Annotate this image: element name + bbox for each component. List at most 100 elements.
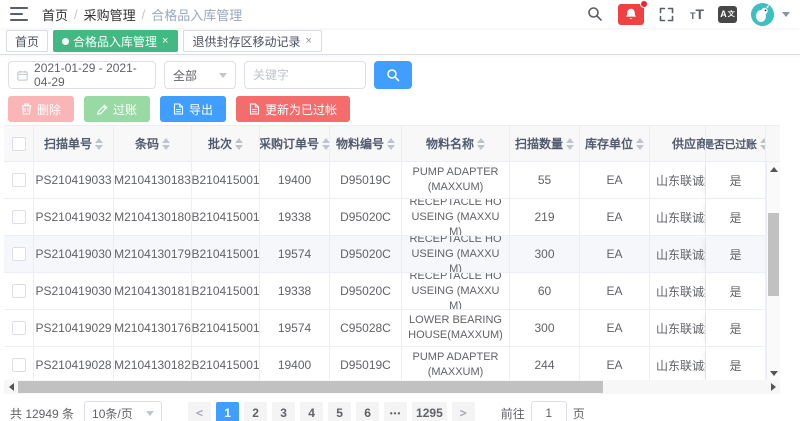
tab-close-icon[interactable]: × (161, 36, 169, 47)
status-select-value: 全部 (173, 67, 197, 84)
sort-caret-icon[interactable] (387, 138, 395, 150)
page-ellipsis-button[interactable]: ••• (384, 402, 407, 421)
row-checkbox[interactable] (12, 173, 26, 187)
tab-qualified-inbound[interactable]: 合格品入库管理 × (53, 30, 178, 52)
date-range-picker[interactable]: 2021-01-29 - 2021-04-29 (8, 61, 156, 89)
vertical-scroll-thumb[interactable] (768, 213, 779, 296)
header-cell-stock-unit[interactable]: 库存单位 (580, 126, 650, 162)
search-button[interactable] (374, 61, 412, 89)
cell-stock-unit: EA (580, 347, 650, 380)
table-row[interactable]: PS210419029M2104130176B21041500119574C95… (4, 310, 766, 347)
language-icon[interactable]: A文 (718, 6, 737, 23)
error-log-button[interactable] (618, 4, 644, 25)
sort-caret-icon[interactable] (477, 138, 485, 150)
header-cell-scan-qty[interactable]: 扫描数量 (510, 126, 580, 162)
page-button-2[interactable]: 2 (244, 402, 267, 421)
cell-material-name: RECEPTACLE HOUSEING (MAXXUM) (402, 236, 510, 273)
tab-home[interactable]: 首页 (6, 30, 48, 52)
header-cell-scan-no[interactable]: 扫描单号 (34, 126, 114, 162)
tab-close-icon[interactable]: × (304, 36, 312, 47)
cell-material-name: PUMP ADAPTER (MAXXUM) (402, 162, 510, 199)
sort-caret-icon[interactable] (95, 138, 103, 150)
sort-caret-icon[interactable] (162, 138, 170, 150)
cell-material-no: D95020C (330, 236, 402, 273)
page-size-select[interactable]: 10条/页 (84, 401, 162, 421)
goto-page-input[interactable] (531, 401, 567, 421)
post-button[interactable]: 过账 (84, 96, 150, 122)
row-checkbox-cell (4, 199, 34, 236)
sort-caret-icon[interactable] (566, 138, 574, 150)
page-button-5[interactable]: 5 (328, 402, 351, 421)
next-page-button[interactable]: > (452, 402, 475, 421)
column-label: 供应商 (672, 135, 706, 152)
select-all-checkbox[interactable] (12, 137, 26, 151)
hamburger-menu-icon[interactable] (10, 7, 28, 21)
prev-page-button[interactable]: < (188, 402, 211, 421)
tab-sealed-area-moves[interactable]: 退供封存区移动记录 × (183, 30, 321, 52)
table-header-row: 扫描单号 条码批次采购订单号物料编号物料名称扫描数量库存单位 供应商是否已过账 (4, 126, 780, 162)
magnifier-icon (386, 68, 400, 82)
sort-caret-icon[interactable] (636, 138, 644, 150)
table-row[interactable]: PS210419030M2104130179B21041500119574D95… (4, 236, 766, 273)
post-button-label: 过账 (113, 101, 137, 118)
column-label: 扫描单号 (44, 135, 92, 152)
avatar[interactable] (751, 3, 774, 26)
vertical-scrollbar[interactable] (766, 162, 780, 380)
calendar-icon (17, 69, 28, 82)
fullscreen-icon[interactable] (658, 5, 676, 23)
cell-po-no: 19574 (260, 236, 330, 273)
row-checkbox[interactable] (12, 284, 26, 298)
page-button-1[interactable]: 1 (216, 402, 239, 421)
font-size-icon[interactable]: TT (690, 7, 704, 21)
search-icon[interactable] (586, 5, 604, 23)
scroll-right-arrow[interactable] (766, 380, 780, 394)
keyword-field-wrap (244, 61, 366, 89)
header-cell-material-no[interactable]: 物料编号 (330, 126, 402, 162)
row-checkbox-cell (4, 310, 34, 347)
active-dot-icon (62, 38, 69, 45)
page-button-6[interactable]: 6 (356, 402, 379, 421)
horizontal-scrollbar[interactable] (4, 380, 780, 394)
row-checkbox[interactable] (12, 358, 26, 372)
scroll-left-arrow[interactable] (4, 380, 18, 394)
header-cell-barcode[interactable]: 条码 (114, 126, 192, 162)
cell-scan-qty: 55 (510, 162, 580, 199)
column-label: 库存单位 (585, 135, 633, 152)
sort-caret-icon[interactable] (235, 138, 243, 150)
page-button-3[interactable]: 3 (272, 402, 295, 421)
delete-button[interactable]: 删除 (8, 96, 74, 122)
table-row[interactable]: PS210419030M2104130181B21041500119338D95… (4, 273, 766, 310)
status-select[interactable]: 全部 (164, 61, 236, 89)
row-checkbox[interactable] (12, 210, 26, 224)
scroll-up-arrow[interactable] (767, 162, 780, 176)
breadcrumb-purchase[interactable]: 采购管理 (84, 5, 136, 24)
cell-batch: B210415001 (192, 347, 260, 380)
header-cell-posted[interactable]: 是否已过账 (706, 126, 766, 162)
keyword-input[interactable] (253, 68, 357, 82)
header-cell-supplier: 供应商 (650, 126, 706, 162)
user-menu-caret-icon[interactable] (782, 12, 790, 17)
page-button-4[interactable]: 4 (300, 402, 323, 421)
header-cell-batch[interactable]: 批次 (192, 126, 260, 162)
header-cell-po-no[interactable]: 采购订单号 (260, 126, 330, 162)
horizontal-scroll-track[interactable] (18, 380, 766, 394)
cell-posted: 是 (706, 347, 766, 380)
update-posted-button[interactable]: 更新为已过帐 (236, 96, 350, 122)
row-checkbox[interactable] (12, 321, 26, 335)
header-cell-material-name[interactable]: 物料名称 (402, 126, 510, 162)
cell-material-no: C95028C (330, 310, 402, 347)
table-row[interactable]: PS210419028M2104130182B21041500119400D95… (4, 347, 766, 380)
breadcrumb-home[interactable]: 首页 (42, 5, 68, 24)
export-button[interactable]: 导出 (160, 96, 226, 122)
table-row[interactable]: PS210419032M2104130180B21041500119338D95… (4, 199, 766, 236)
horizontal-scroll-thumb[interactable] (18, 381, 603, 393)
row-checkbox[interactable] (12, 247, 26, 261)
breadcrumb-current: 合格品入库管理 (151, 5, 242, 24)
vertical-scroll-track[interactable] (767, 176, 780, 366)
table-row[interactable]: PS210419033M2104130183B21041500119400D95… (4, 162, 766, 199)
page-button-1295[interactable]: 1295 (412, 402, 447, 421)
scroll-down-arrow[interactable] (767, 366, 780, 380)
sort-caret-icon[interactable] (322, 138, 330, 150)
pagination-bar: 共 12949 条 10条/页 < 123456•••1295 > 前往 页 (0, 400, 800, 421)
cell-scan-no: PS210419030 (34, 273, 114, 310)
